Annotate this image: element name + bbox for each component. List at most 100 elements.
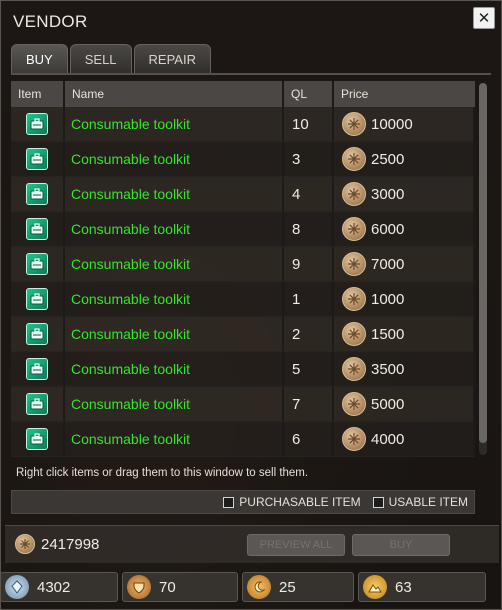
- item-ql: 1: [284, 282, 334, 317]
- column-header-name[interactable]: Name: [65, 81, 284, 107]
- item-cell[interactable]: [11, 142, 65, 177]
- item-cell[interactable]: [11, 107, 65, 142]
- filter-bar: PURCHASABLE ITEM USABLE ITEM: [11, 490, 475, 514]
- item-name[interactable]: Consumable toolkit: [65, 422, 284, 457]
- purchasable-checkbox[interactable]: [223, 496, 235, 508]
- table-row[interactable]: Consumable toolkit 8 6000: [11, 212, 475, 247]
- item-ql: 7: [284, 387, 334, 422]
- player-money: 2417998: [15, 534, 99, 554]
- item-price: 3500: [371, 360, 405, 378]
- toolkit-icon[interactable]: [26, 113, 48, 135]
- item-price: 6000: [371, 220, 405, 238]
- table-row[interactable]: Consumable toolkit 1 1000: [11, 282, 475, 317]
- item-price-cell: 3500: [334, 352, 475, 387]
- table-row[interactable]: Consumable toolkit 6 4000: [11, 422, 475, 457]
- column-header-item[interactable]: Item: [11, 81, 65, 107]
- coin-icon: [342, 147, 366, 171]
- item-name[interactable]: Consumable toolkit: [65, 282, 284, 317]
- filter-purchasable[interactable]: PURCHASABLE ITEM: [223, 495, 361, 509]
- item-cell[interactable]: [11, 212, 65, 247]
- shield-icon: [127, 575, 151, 599]
- vendor-tabs: BUY SELL REPAIR: [11, 44, 213, 74]
- tab-sell[interactable]: SELL: [69, 44, 132, 74]
- purchasable-label: PURCHASABLE ITEM: [239, 495, 361, 509]
- coin-icon: [342, 182, 366, 206]
- item-name[interactable]: Consumable toolkit: [65, 247, 284, 282]
- item-cell[interactable]: [11, 387, 65, 422]
- item-cell[interactable]: [11, 422, 65, 457]
- toolkit-icon[interactable]: [26, 183, 48, 205]
- table-row[interactable]: Consumable toolkit 3 2500: [11, 142, 475, 177]
- filter-usable[interactable]: USABLE ITEM: [372, 495, 468, 509]
- column-header-price[interactable]: Price: [334, 81, 475, 107]
- item-price-cell: 1500: [334, 317, 475, 352]
- usable-label: USABLE ITEM: [388, 495, 468, 509]
- coin-icon: [342, 217, 366, 241]
- toolkit-icon[interactable]: [26, 288, 48, 310]
- buy-button[interactable]: BUY: [352, 534, 450, 556]
- toolkit-icon[interactable]: [26, 393, 48, 415]
- item-cell[interactable]: [11, 247, 65, 282]
- item-cell[interactable]: [11, 177, 65, 212]
- item-price-cell: 3000: [334, 177, 475, 212]
- currency-bar: 4302 70 25 63: [0, 572, 502, 604]
- toolkit-icon[interactable]: [26, 253, 48, 275]
- toolkit-icon[interactable]: [26, 323, 48, 345]
- toolkit-icon[interactable]: [26, 148, 48, 170]
- scrollbar-thumb[interactable]: [479, 83, 487, 443]
- money-amount: 2417998: [41, 535, 100, 553]
- tab-buy[interactable]: BUY: [11, 44, 68, 74]
- item-price: 4000: [371, 430, 405, 448]
- item-ql: 8: [284, 212, 334, 247]
- coin-icon: [342, 357, 366, 381]
- table-body: Consumable toolkit 10 10000 Consumable tool…: [11, 107, 475, 457]
- shield-amount: 70: [159, 578, 176, 596]
- window-title: VENDOR: [13, 12, 88, 31]
- item-ql: 3: [284, 142, 334, 177]
- coin-icon: [342, 287, 366, 311]
- vendor-footer: 2417998 PREVIEW ALL BUY: [5, 525, 499, 563]
- item-name[interactable]: Consumable toolkit: [65, 387, 284, 422]
- item-cell[interactable]: [11, 317, 65, 352]
- toolkit-icon[interactable]: [26, 358, 48, 380]
- coin-icon: [342, 252, 366, 276]
- item-name[interactable]: Consumable toolkit: [65, 317, 284, 352]
- item-price: 1000: [371, 290, 405, 308]
- table-row[interactable]: Consumable toolkit 4 3000: [11, 177, 475, 212]
- tab-repair[interactable]: REPAIR: [133, 44, 211, 74]
- table-row[interactable]: Consumable toolkit 10 10000: [11, 107, 475, 142]
- toolkit-icon[interactable]: [26, 218, 48, 240]
- item-name[interactable]: Consumable toolkit: [65, 212, 284, 247]
- mountain-amount: 63: [395, 578, 412, 596]
- item-price-cell: 5000: [334, 387, 475, 422]
- currency-moon: 25: [242, 572, 354, 602]
- moon-icon: [247, 575, 271, 599]
- item-table: Item Name QL Price Consumable toolkit 10 1…: [11, 81, 475, 457]
- close-button[interactable]: ✕: [473, 7, 495, 29]
- table-row[interactable]: Consumable toolkit 7 5000: [11, 387, 475, 422]
- table-scrollbar[interactable]: [479, 83, 487, 455]
- currency-crystal: 4302: [0, 572, 118, 602]
- usable-checkbox[interactable]: [372, 496, 384, 508]
- toolkit-icon[interactable]: [26, 428, 48, 450]
- item-price-cell: 7000: [334, 247, 475, 282]
- item-name[interactable]: Consumable toolkit: [65, 352, 284, 387]
- item-cell[interactable]: [11, 352, 65, 387]
- item-ql: 6: [284, 422, 334, 457]
- table-row[interactable]: Consumable toolkit 2 1500: [11, 317, 475, 352]
- column-header-ql[interactable]: QL: [284, 81, 334, 107]
- coin-icon: [342, 392, 366, 416]
- item-name[interactable]: Consumable toolkit: [65, 177, 284, 212]
- table-header: Item Name QL Price: [11, 81, 475, 107]
- coin-icon: [342, 322, 366, 346]
- item-name[interactable]: Consumable toolkit: [65, 142, 284, 177]
- table-row[interactable]: Consumable toolkit 9 7000: [11, 247, 475, 282]
- item-price: 7000: [371, 255, 405, 273]
- sell-hint-text: Right click items or drag them to this w…: [16, 467, 309, 479]
- item-cell[interactable]: [11, 282, 65, 317]
- preview-all-button[interactable]: PREVIEW ALL: [247, 534, 345, 556]
- table-row[interactable]: Consumable toolkit 5 3500: [11, 352, 475, 387]
- item-name[interactable]: Consumable toolkit: [65, 107, 284, 142]
- item-price: 5000: [371, 395, 405, 413]
- crystal-amount: 4302: [37, 578, 71, 596]
